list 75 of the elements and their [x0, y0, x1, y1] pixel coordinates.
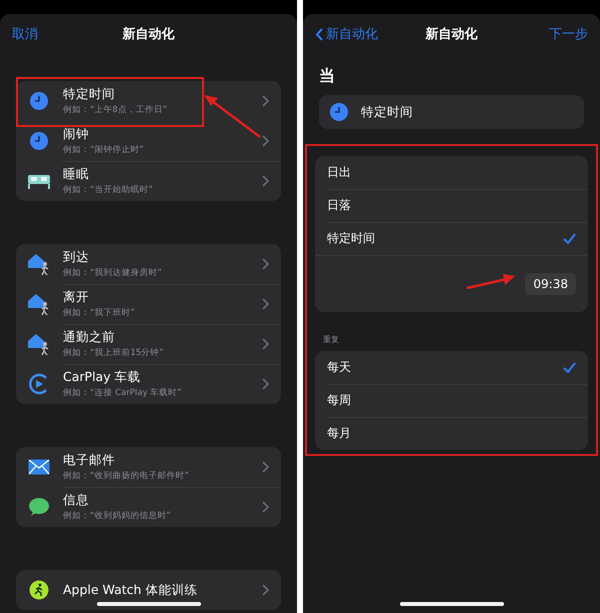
trigger-row[interactable]: 电子邮件 例如：“收到曲扬的电子邮件时”: [16, 447, 281, 487]
chevron-right-icon: [262, 584, 269, 596]
trigger-title: 离开: [63, 289, 90, 306]
option-row[interactable]: 特定时间: [315, 222, 588, 255]
annotation-arrow: [465, 274, 517, 290]
option-row[interactable]: 日落: [315, 189, 588, 222]
trigger-title: Apple Watch 体能训练: [63, 582, 198, 598]
trigger-title: 闹钟: [63, 126, 90, 143]
trigger-row[interactable]: 离开 例如：“我下班时”: [16, 284, 281, 324]
chevron-right-icon: [262, 298, 269, 310]
option-label: 每周: [327, 392, 351, 409]
trigger-example: 例如：“我上班前15分钟”: [63, 347, 165, 359]
option-label: 每月: [327, 425, 351, 442]
chevron-right-icon: [262, 378, 269, 390]
chevron-right-icon: [262, 95, 269, 107]
chevron-right-icon: [262, 175, 269, 187]
envelope-icon: [28, 459, 50, 475]
trigger-row[interactable]: 特定时间 例如：“上午8点，工作日”: [16, 81, 281, 121]
section-heading: 当: [318, 65, 336, 87]
home-person-icon: [27, 292, 51, 316]
trigger-example: 例如：“收到曲扬的电子邮件时”: [63, 470, 190, 482]
option-label: 特定时间: [327, 230, 375, 247]
speech-bubble-icon: [28, 497, 50, 517]
option-row[interactable]: 每周: [315, 384, 588, 417]
trigger-title: 睡眠: [63, 166, 90, 183]
trigger-title: 电子邮件: [63, 452, 116, 469]
trigger-example: 例如：“收到妈妈的信息时”: [63, 510, 172, 522]
cancel-button[interactable]: 取消: [12, 25, 122, 43]
screen-title: 新自动化: [122, 26, 174, 43]
trigger-row[interactable]: CarPlay 车载 例如：“连接 CarPlay 车载时”: [16, 364, 281, 404]
chevron-right-icon: [262, 135, 269, 147]
screen-title: 新自动化: [426, 26, 478, 43]
trigger-row[interactable]: 到达 例如：“我到达健身房时”: [16, 244, 281, 284]
chevron-right-icon: [262, 338, 269, 350]
back-button[interactable]: 新自动化: [315, 25, 426, 43]
home-person-icon: [27, 332, 51, 356]
option-row[interactable]: 每月: [315, 417, 588, 450]
bed-icon: [27, 172, 51, 190]
option-label: 日出: [327, 164, 351, 181]
clock-icon: [29, 131, 49, 151]
clock-icon: [329, 102, 349, 122]
trigger-row[interactable]: 通勤之前 例如：“我上班前15分钟”: [16, 324, 281, 364]
trigger-example: 例如：“当开始助眠时”: [63, 184, 154, 196]
trigger-example: 例如：“上午8点，工作日”: [63, 104, 168, 116]
home-person-icon: [27, 252, 51, 276]
checkmark-icon: [563, 362, 576, 373]
repeat-label: 重复: [322, 334, 340, 346]
chevron-right-icon: [262, 258, 269, 270]
chevron-right-icon: [262, 461, 269, 473]
trigger-label: 特定时间: [361, 104, 413, 120]
next-button[interactable]: 下一步: [549, 25, 588, 43]
option-label: 每天: [327, 359, 351, 376]
trigger-row[interactable]: Apple Watch 体能训练: [16, 570, 281, 610]
chevron-left-icon: [315, 28, 323, 40]
chevron-right-icon: [262, 501, 269, 513]
trigger-title: 信息: [63, 492, 90, 509]
trigger-title: CarPlay 车载: [63, 369, 142, 386]
play-circle-icon: [28, 373, 50, 395]
option-label: 日落: [327, 197, 351, 214]
trigger-title: 特定时间: [63, 86, 116, 103]
trigger-row[interactable]: 闹钟 例如：“闹钟停止时”: [16, 121, 281, 161]
trigger-example: 例如：“我下班时”: [63, 307, 136, 319]
running-figure-icon: [29, 580, 49, 600]
trigger-row[interactable]: 睡眠 例如：“当开始助眠时”: [16, 161, 281, 201]
trigger-title: 到达: [63, 249, 90, 266]
option-row[interactable]: 每天: [315, 351, 588, 384]
time-picker-button[interactable]: 09:38: [525, 273, 576, 295]
trigger-example: 例如：“连接 CarPlay 车载时”: [63, 387, 183, 399]
option-row[interactable]: 日出: [315, 156, 588, 189]
checkmark-icon: [563, 233, 576, 244]
trigger-example: 例如：“闹钟停止时”: [63, 144, 145, 156]
trigger-title: 通勤之前: [63, 329, 116, 346]
trigger-row[interactable]: 信息 例如：“收到妈妈的信息时”: [16, 487, 281, 527]
clock-icon: [29, 91, 49, 111]
trigger-example: 例如：“我到达健身房时”: [63, 267, 163, 279]
